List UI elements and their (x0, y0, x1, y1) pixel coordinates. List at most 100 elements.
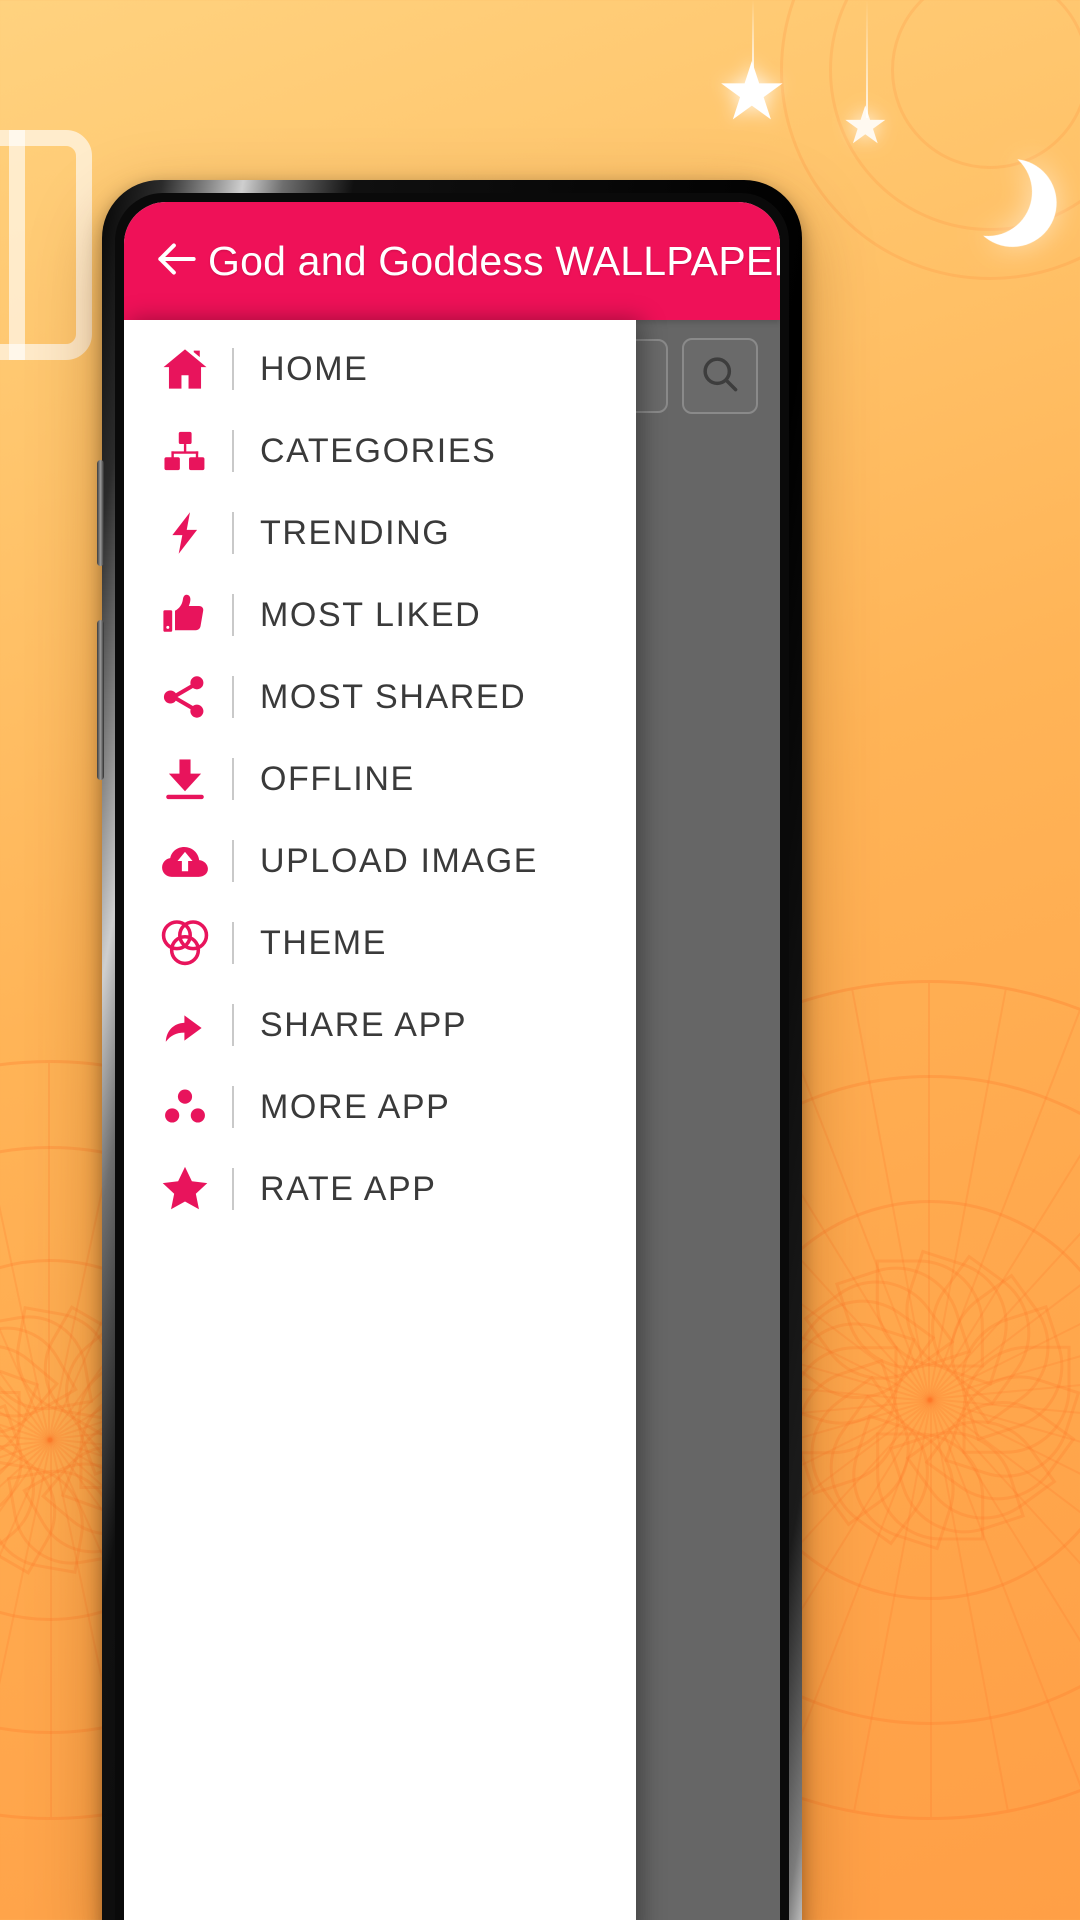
book-outline-icon (0, 130, 92, 360)
nav-item-offline[interactable]: OFFLINE (124, 738, 636, 820)
search-button[interactable] (682, 338, 758, 414)
nav-label: MOST LIKED (260, 595, 482, 634)
mandala-petal (888, 1414, 1026, 1551)
nav-item-home[interactable]: HOME (124, 328, 636, 410)
nav-divider (232, 840, 234, 882)
app-bar: God and Goddess WALLPAPER (124, 202, 780, 320)
mandala-petal (0, 1350, 40, 1476)
share-arrow-icon (154, 994, 216, 1056)
mandala-petal (962, 1345, 1071, 1455)
mandala-petal (905, 1394, 1057, 1546)
mandala-ray (0, 1440, 52, 1694)
nav-item-theme[interactable]: THEME (124, 902, 636, 984)
mandala-ray (0, 1440, 52, 1747)
mandala-petal (789, 1345, 898, 1455)
mandala-ray (930, 1398, 1080, 1439)
mandala-ornament-top-right (780, 0, 1080, 280)
volume-down-button[interactable] (97, 620, 104, 780)
nav-item-most-shared[interactable]: MOST SHARED (124, 656, 636, 738)
mandala-petal (0, 1460, 94, 1574)
mandala-ray (930, 1398, 1080, 1586)
mandala-petal (905, 1254, 1057, 1406)
mandala-ray (0, 1440, 52, 1786)
home-icon (154, 338, 216, 400)
nav-item-more-app[interactable]: MORE APP (124, 1066, 636, 1148)
mandala-ray (779, 1400, 932, 1790)
mandala-petal (924, 1273, 1076, 1425)
nav-divider (232, 676, 234, 718)
mandala-petal (834, 1249, 972, 1386)
mandala-ray (0, 1251, 50, 1442)
bolt-icon (154, 502, 216, 564)
nav-divider (232, 430, 234, 472)
mandala-ray (0, 1135, 50, 1442)
mandala-petal (924, 1375, 1076, 1527)
nav-label: TRENDING (260, 513, 451, 552)
mandala-ray (0, 1440, 51, 1631)
mandala-petal (944, 1304, 1080, 1442)
theme-circles-icon (154, 912, 216, 974)
mandala-petal (944, 1358, 1080, 1496)
mandala-petal (784, 1273, 936, 1425)
three-dots-icon (154, 1076, 216, 1138)
nav-item-rate-app[interactable]: RATE APP (124, 1148, 636, 1230)
mandala-ray (851, 990, 930, 1401)
nav-divider (232, 594, 234, 636)
nav-item-categories[interactable]: CATEGORIES (124, 410, 636, 492)
download-icon (154, 748, 216, 810)
mandala-petal (0, 1305, 78, 1440)
mandala-ray (928, 1147, 1080, 1400)
nav-divider (232, 922, 234, 964)
nav-label: OFFLINE (260, 759, 415, 798)
mandala-ray (0, 1095, 50, 1441)
mandala-ray (50, 1440, 52, 1817)
nav-label: HOME (260, 349, 369, 388)
mandala-petal (803, 1394, 955, 1546)
nav-divider (232, 758, 234, 800)
mandala-ray (930, 1399, 1080, 1789)
mandala-ray (0, 1187, 50, 1442)
nav-divider (232, 512, 234, 554)
mandala-petal (834, 1414, 972, 1551)
mandala-ray (928, 1044, 1080, 1400)
nav-label: SHARE APP (260, 1005, 468, 1044)
nav-item-most-liked[interactable]: MOST LIKED (124, 574, 636, 656)
mandala-petal (875, 1432, 985, 1541)
categories-icon (154, 420, 216, 482)
mandala-ray (928, 983, 930, 1400)
mandala-ray (929, 1283, 1080, 1400)
nav-item-trending[interactable]: TRENDING (124, 492, 636, 574)
thumbs-up-icon (154, 584, 216, 646)
mandala-ray (930, 1398, 1080, 1515)
phone-mockup: able God and Goddess WALLPAPER (97, 180, 802, 1920)
crescent-moon-icon (933, 137, 1044, 248)
mandala-ray (48, 1063, 50, 1440)
navigation-drawer: HOME CATEGORIES TRENDING MOST LIKED MOST… (124, 320, 636, 1920)
mandala-ray (0, 1440, 52, 1810)
mandala-ray (928, 1090, 1080, 1400)
mandala-ray (0, 1440, 51, 1482)
mandala-ray (930, 1398, 1080, 1709)
mandala-petal (875, 1259, 985, 1368)
mandala-petal (0, 1306, 94, 1420)
volume-up-button[interactable] (97, 460, 104, 566)
mandala-ray (928, 1010, 1080, 1400)
mandala-ray (929, 1359, 1080, 1400)
page-title: God and Goddess WALLPAPER (208, 237, 780, 284)
mandala-ray (930, 1398, 1080, 1755)
mandala-ray (929, 1212, 1080, 1400)
nav-label: MOST SHARED (260, 677, 527, 716)
search-icon (698, 352, 742, 401)
nav-divider (232, 348, 234, 390)
mandala-ray (853, 1400, 932, 1811)
arrow-left-icon (152, 234, 202, 289)
star-icon-decor-2: ★ (842, 97, 889, 155)
back-button[interactable] (146, 230, 208, 292)
mandala-petal (0, 1421, 59, 1560)
star-icon-decor-1: ★ (716, 47, 788, 136)
nav-item-upload-image[interactable]: UPLOAD IMAGE (124, 820, 636, 902)
mandala-petal (0, 1390, 21, 1490)
share-nodes-icon (154, 666, 216, 728)
nav-divider (232, 1168, 234, 1210)
nav-item-share-app[interactable]: SHARE APP (124, 984, 636, 1066)
